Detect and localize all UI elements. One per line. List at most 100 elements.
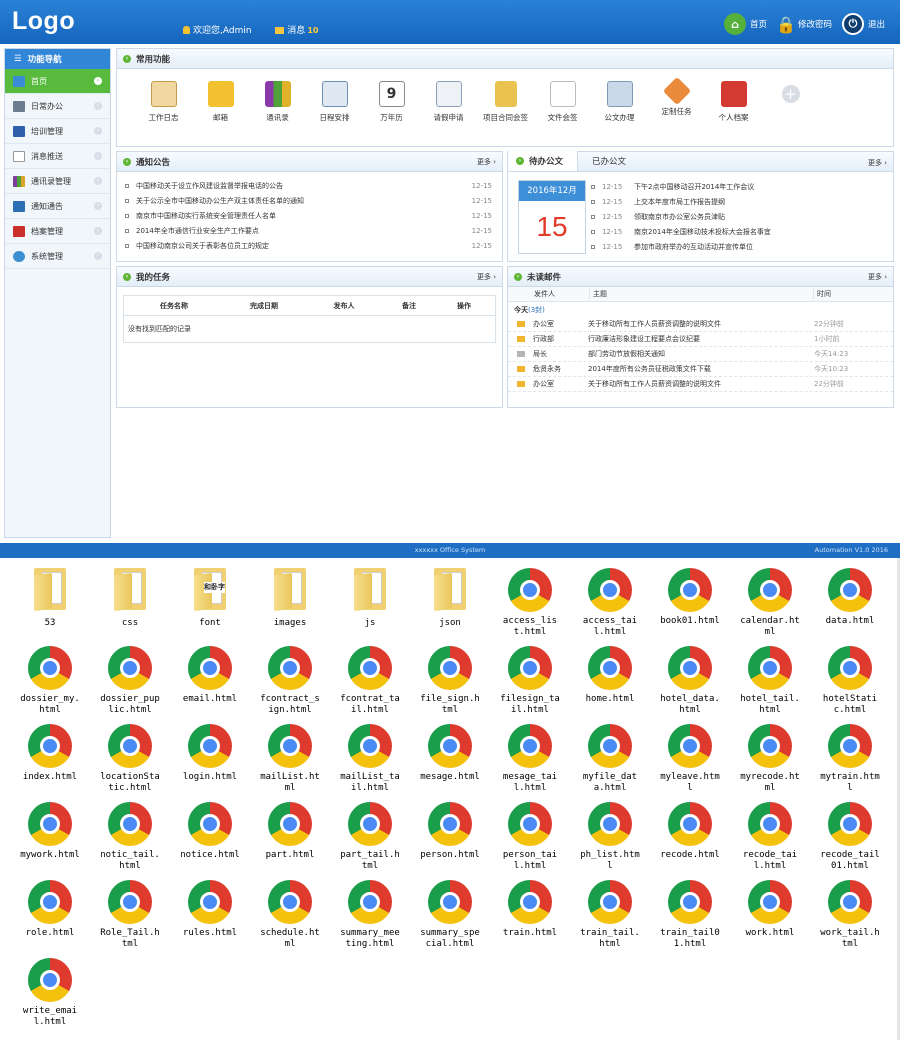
folder-item[interactable]: 53 <box>10 560 90 629</box>
sidebar-item-messages[interactable]: 消息推送 › <box>5 144 110 169</box>
file-item[interactable]: summary_meeting.html <box>330 872 410 950</box>
file-item[interactable]: train_tail01.html <box>650 872 730 950</box>
file-item[interactable]: work.html <box>730 872 810 939</box>
file-item[interactable]: book01.html <box>650 560 730 627</box>
shortcut-perpetual-calendar[interactable]: 9 万年历 <box>363 81 420 123</box>
file-item[interactable]: dossier_my.html <box>10 638 90 716</box>
sidebar-item-home[interactable]: 首页 › <box>5 69 110 94</box>
shortcut-mailbox[interactable]: 邮箱 <box>192 81 249 123</box>
file-item[interactable]: index.html <box>10 716 90 783</box>
table-row[interactable]: 行政部 行政廉洁形象建设工程要点会议纪要 1小时前 <box>508 332 893 347</box>
file-item[interactable]: access_tail.html <box>570 560 650 638</box>
sidebar-item-contacts[interactable]: 通讯录管理 › <box>5 169 110 194</box>
file-item[interactable]: myleave.html <box>650 716 730 794</box>
shortcut-leave-request[interactable]: 请假申请 <box>420 81 477 123</box>
shortcut-custom-task[interactable]: 定制任务 <box>648 76 705 123</box>
tab-todo-documents[interactable]: › 待办公文 <box>508 151 579 171</box>
file-item[interactable]: mywork.html <box>10 794 90 861</box>
sidebar-item-notices[interactable]: 通知通告 › <box>5 194 110 219</box>
tab-done-documents[interactable]: 已办公文 <box>578 151 640 171</box>
sidebar-item-training[interactable]: 培训管理 › <box>5 119 110 144</box>
file-item[interactable]: schedule.html <box>250 872 330 950</box>
shortcut-contract-signing[interactable]: 项目合同会签 <box>477 81 534 123</box>
file-item[interactable]: calendar.html <box>730 560 810 638</box>
file-item[interactable]: Role_Tail.html <box>90 872 170 950</box>
more-link[interactable]: 更多 › <box>477 272 496 282</box>
file-item[interactable]: role.html <box>10 872 90 939</box>
more-link[interactable]: 更多 › <box>477 157 496 167</box>
file-item[interactable]: fcontract_sign.html <box>250 638 330 716</box>
file-item[interactable]: recode_tail01.html <box>810 794 890 872</box>
list-item[interactable]: 12-15 上交本年度市局工作报告提纲 <box>591 194 891 209</box>
file-item[interactable]: mailList.html <box>250 716 330 794</box>
file-item[interactable]: home.html <box>570 638 650 705</box>
file-item[interactable]: part.html <box>250 794 330 861</box>
sidebar-item-daily-office[interactable]: 日常办公 › <box>5 94 110 119</box>
file-item[interactable]: ph_list.html <box>570 794 650 872</box>
file-item[interactable]: notic_tail.html <box>90 794 170 872</box>
logout-button[interactable]: ⏻ 退出 <box>842 12 885 36</box>
folder-item[interactable]: css <box>90 560 170 629</box>
file-item[interactable]: hotelStatic.html <box>810 638 890 716</box>
shortcut-personal-archive[interactable]: 个人档案 <box>705 81 762 123</box>
messages-link[interactable]: 消息 <box>287 26 305 36</box>
file-item[interactable]: person_tail.html <box>490 794 570 872</box>
shortcut-work-log[interactable]: 工作日志 <box>135 81 192 123</box>
shortcut-document-handling[interactable]: 公文办理 <box>591 81 648 123</box>
file-item[interactable]: myrecode.html <box>730 716 810 794</box>
file-item[interactable]: dossier_puplic.html <box>90 638 170 716</box>
file-item[interactable]: mesage.html <box>410 716 490 783</box>
folder-item[interactable]: images <box>250 560 330 629</box>
sidebar-item-archives[interactable]: 档案管理 › <box>5 219 110 244</box>
list-item[interactable]: 中国移动关于设立作风建设监督举报电话的公告 12-15 <box>125 178 494 193</box>
list-item[interactable]: 关于公示全市中国移动办公生产双主体责任名单的通知 12-15 <box>125 193 494 208</box>
list-item[interactable]: 中国移动南京公司关于表彰各位员工的规定 12-15 <box>125 238 494 253</box>
change-password-button[interactable]: 🔒 修改密码 <box>776 12 832 36</box>
file-item[interactable]: mesage_tail.html <box>490 716 570 794</box>
file-item[interactable]: part_tail.html <box>330 794 410 872</box>
file-item[interactable]: rules.html <box>170 872 250 939</box>
file-item[interactable]: email.html <box>170 638 250 705</box>
file-item[interactable]: fcontrat_tail.html <box>330 638 410 716</box>
more-link[interactable]: 更多 › <box>868 158 887 168</box>
file-item[interactable]: locationStatic.html <box>90 716 170 794</box>
shortcut-file-signing[interactable]: 文件会签 <box>534 81 591 123</box>
add-shortcut-button[interactable]: + <box>762 81 819 123</box>
file-item[interactable]: write_email.html <box>10 950 90 1028</box>
list-item[interactable]: 南京市中国移动实行系统安全管理责任人名单 12-15 <box>125 208 494 223</box>
file-item[interactable]: access_list.html <box>490 560 570 638</box>
folder-item[interactable]: json <box>410 560 490 629</box>
shortcut-contacts[interactable]: 通讯录 <box>249 81 306 123</box>
list-item[interactable]: 2014年全市通信行业安全生产工作要点 12-15 <box>125 223 494 238</box>
file-item[interactable]: person.html <box>410 794 490 861</box>
list-item[interactable]: 12-15 参加市政府举办的互动活动并宣传单位 <box>591 239 891 254</box>
file-item[interactable]: summary_special.html <box>410 872 490 950</box>
file-item[interactable]: login.html <box>170 716 250 783</box>
file-item[interactable]: notice.html <box>170 794 250 861</box>
table-row[interactable]: 局长 部门劳动节放假相关通知 今天14:23 <box>508 347 893 362</box>
list-item[interactable]: 12-15 南京2014年全国移动技术投标大会报名事宜 <box>591 224 891 239</box>
more-link[interactable]: 更多 › <box>868 272 887 282</box>
list-item[interactable]: 12-15 领取南京市办公室公务员津贴 <box>591 209 891 224</box>
shortcut-schedule[interactable]: 日程安排 <box>306 81 363 123</box>
file-item[interactable]: hotel_tail.html <box>730 638 810 716</box>
file-item[interactable]: recode.html <box>650 794 730 861</box>
file-item[interactable]: recode_tail.html <box>730 794 810 872</box>
file-item[interactable]: work_tail.html <box>810 872 890 950</box>
home-button[interactable]: ⌂ 首页 <box>724 12 767 36</box>
folder-item[interactable]: 和卧字 font <box>170 560 250 629</box>
file-item[interactable]: data.html <box>810 560 890 627</box>
file-item[interactable]: myfile_data.html <box>570 716 650 794</box>
list-item[interactable]: 12-15 下午2点中国移动召开2014年工作会议 <box>591 179 891 194</box>
file-item[interactable]: train_tail.html <box>570 872 650 950</box>
file-item[interactable]: mailList_tail.html <box>330 716 410 794</box>
table-row[interactable]: 办公室 关于移动所有工作人员薪资调整的说明文件 22分钟前 <box>508 317 893 332</box>
table-row[interactable]: 危贤永务 2014年度所有公务员征税政策文件下载 今天10:23 <box>508 362 893 377</box>
file-item[interactable]: file_sign.html <box>410 638 490 716</box>
file-item[interactable]: train.html <box>490 872 570 939</box>
file-item[interactable]: filesign_tail.html <box>490 638 570 716</box>
folder-item[interactable]: js <box>330 560 410 629</box>
file-item[interactable]: mytrain.html <box>810 716 890 794</box>
sidebar-item-system[interactable]: 系统管理 › <box>5 244 110 269</box>
file-item[interactable]: hotel_data.html <box>650 638 730 716</box>
